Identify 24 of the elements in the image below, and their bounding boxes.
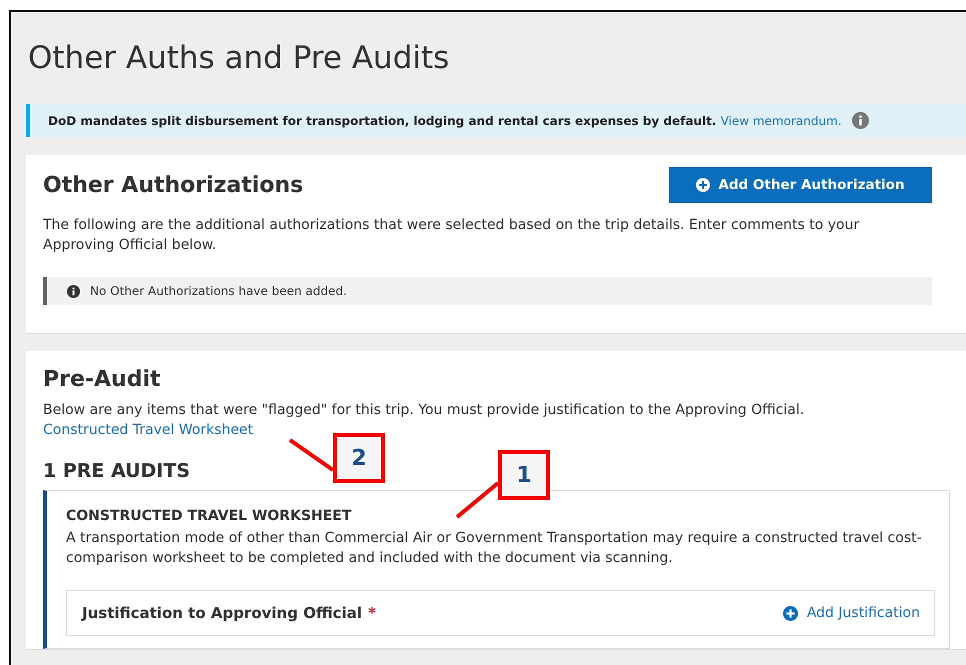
info-icon <box>67 284 80 298</box>
info-icon <box>852 112 869 129</box>
callout-number: 1 <box>498 450 550 500</box>
justification-label: Justification to Approving Official <box>82 604 362 622</box>
add-other-authorization-button[interactable]: Add Other Authorization <box>669 167 932 203</box>
section-heading: Pre-Audit <box>43 367 162 392</box>
memorandum-link[interactable]: View memorandum. <box>720 114 842 128</box>
section-description: Below are any items that were "flagged" for this trip. You must provide justification to the Approving Official. <box>43 401 806 420</box>
pre-audits-count: 1 PRE AUDITS <box>43 460 190 482</box>
plus-circle-icon <box>696 178 710 192</box>
required-mark: * <box>368 604 376 622</box>
item-title: CONSTRUCTED TRAVEL WORKSHEET <box>66 508 352 524</box>
notice-text: No Other Authorizations have been added. <box>90 284 347 298</box>
page-title: Other Auths and Pre Audits <box>28 39 450 78</box>
banner-text: DoD mandates split disbursement for transportation, lodging and rental cars expenses by default. View memorandum. <box>48 114 842 128</box>
section-description: The following are the additional authorizations that were selected based on the trip details. Enter comments to your Approving Official below. <box>43 216 860 255</box>
leader-line <box>457 483 498 517</box>
worksheet-link[interactable]: Constructed Travel Worksheet <box>43 422 254 438</box>
callout-number: 2 <box>333 433 385 483</box>
leader-line <box>290 440 333 470</box>
section-heading: Other Authorizations <box>43 172 304 198</box>
add-justification-button[interactable]: Add Justification <box>782 605 920 621</box>
item-description: A transportation mode of other than Commercial Air or Government Transportation may require a constructed travel cost-comparison worksheet to be completed and included with the document via scanning. <box>66 529 923 568</box>
plus-circle-icon <box>782 606 798 620</box>
